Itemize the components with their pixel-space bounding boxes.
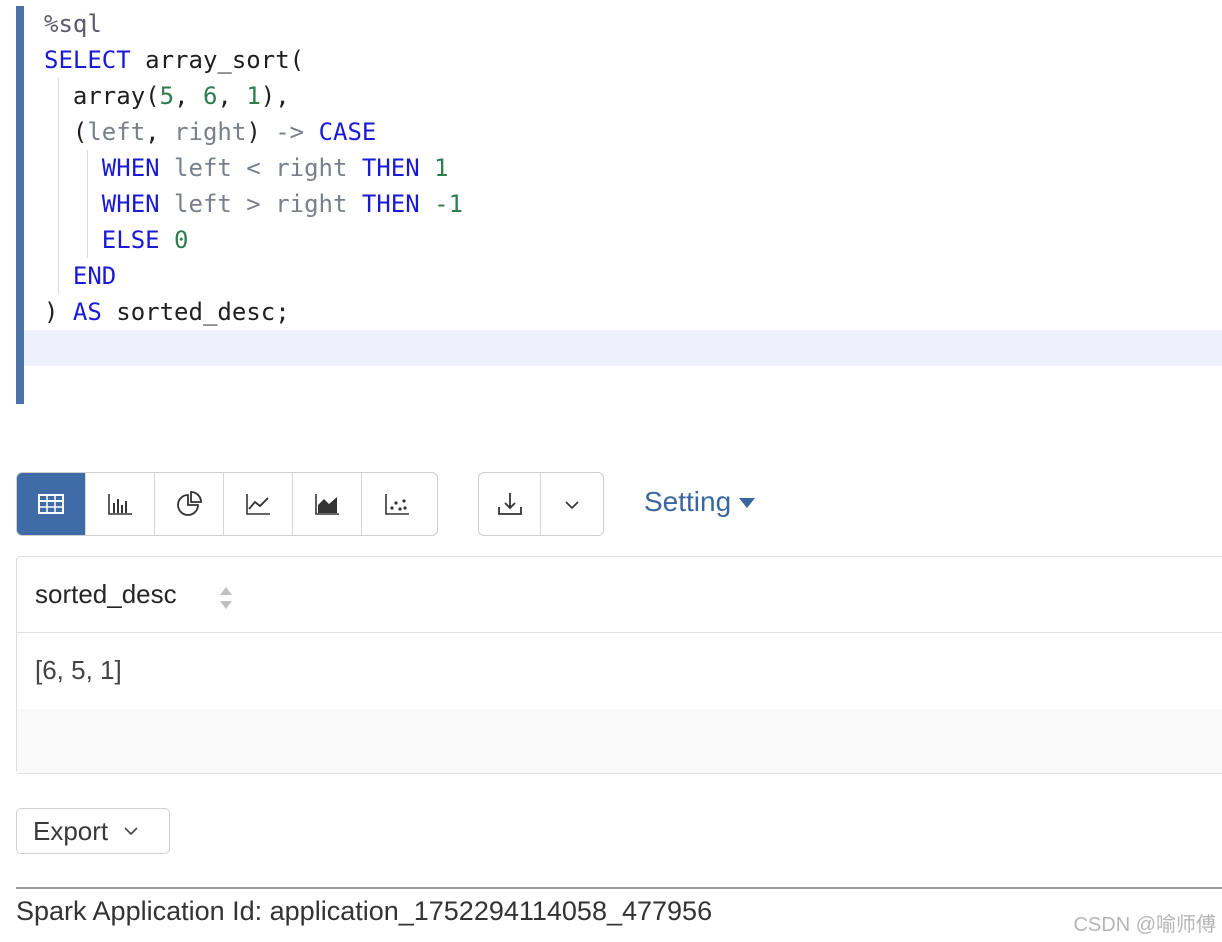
indent-guide <box>87 186 88 222</box>
keyword: ELSE <box>101 226 160 254</box>
chevron-down-icon <box>124 827 138 836</box>
number-literal: 6 <box>202 82 218 110</box>
keyword: SELECT <box>44 46 131 74</box>
code-line-5: WHEN left < right THEN 1 <box>44 150 1222 186</box>
export-button[interactable]: Export <box>16 808 170 854</box>
code-line-4: (left, right) -> CASE <box>44 114 1222 150</box>
code-line-6: WHEN left > right THEN -1 <box>44 186 1222 222</box>
sort-icon[interactable] <box>219 585 233 611</box>
export-label: Export <box>33 815 109 846</box>
scatter-chart-button[interactable] <box>362 473 431 535</box>
footer-divider <box>16 887 1222 889</box>
line-chart-button[interactable] <box>224 473 293 535</box>
line-chart-icon <box>246 494 270 515</box>
code-text: ( <box>72 118 88 146</box>
code-line-7: ELSE 0 <box>44 222 1222 258</box>
download-button-group <box>478 472 604 536</box>
keyword: END <box>72 262 117 290</box>
column-header-sorted-desc[interactable]: sorted_desc <box>35 579 177 610</box>
chevron-down-icon <box>565 501 579 510</box>
code-text: , <box>145 118 175 146</box>
indent-guide <box>87 150 88 186</box>
variable: left > right <box>159 190 362 218</box>
download-button[interactable] <box>479 473 541 535</box>
magic-keyword: %sql <box>44 10 102 38</box>
number-literal: 1 <box>419 154 449 182</box>
keyword: CASE <box>318 118 377 146</box>
table-header-row: sorted_desc <box>17 557 1222 633</box>
indent-guide <box>58 150 59 186</box>
spark-application-id: Spark Application Id: application_175229… <box>16 896 713 926</box>
code-text: sorted_desc; <box>101 298 290 326</box>
variable: right <box>174 118 247 146</box>
operator: -> <box>260 118 319 146</box>
watermark: CSDN @喻师傅 <box>1073 914 1216 936</box>
download-icon <box>497 493 522 515</box>
number-literal: 0 <box>159 226 189 254</box>
indent-guide <box>58 258 59 294</box>
indent-guide <box>58 186 59 222</box>
number-literal: -1 <box>419 190 464 218</box>
code-line-2: SELECT array_sort( <box>44 42 1222 78</box>
keyword: WHEN <box>101 190 160 218</box>
table-icon <box>38 494 64 514</box>
pie-chart-icon <box>177 491 202 516</box>
number-literal: 5 <box>159 82 175 110</box>
table-view-button[interactable] <box>17 473 86 535</box>
code-line-3: array(5, 6, 1), <box>44 78 1222 114</box>
pie-chart-button[interactable] <box>155 473 224 535</box>
code-text: ), <box>260 82 290 110</box>
code-area[interactable]: %sql SELECT array_sort( array(5, 6, 1), … <box>24 6 1222 366</box>
bar-chart-icon <box>108 494 132 515</box>
caret-down-icon <box>739 498 756 508</box>
keyword: WHEN <box>101 154 160 182</box>
table-row: [6, 5, 1] <box>17 633 1222 709</box>
indent-guide <box>58 222 59 258</box>
keyword: AS <box>72 298 102 326</box>
area-chart-button[interactable] <box>293 473 362 535</box>
indent-guide <box>87 222 88 258</box>
variable: left <box>87 118 146 146</box>
code-line-1: %sql <box>44 6 1222 42</box>
code-text: array( <box>72 82 160 110</box>
number-literal: 1 <box>246 82 261 110</box>
result-table: sorted_desc [6, 5, 1] <box>16 556 1222 774</box>
indent-guide <box>58 114 59 150</box>
area-chart-icon <box>315 494 339 515</box>
code-text: array_sort( <box>130 46 305 74</box>
paragraph-focus-bar <box>16 6 24 404</box>
code-text: , <box>217 82 247 110</box>
variable: left < right <box>159 154 362 182</box>
keyword: THEN <box>361 190 420 218</box>
setting-dropdown[interactable]: Setting <box>644 486 756 518</box>
download-options-button[interactable] <box>541 473 603 535</box>
table-cell: [6, 5, 1] <box>35 655 122 685</box>
code-text: , <box>174 82 203 110</box>
visualization-button-group <box>16 472 438 536</box>
code-line-9: ) AS sorted_desc; <box>44 294 1222 330</box>
code-editor[interactable]: %sql SELECT array_sort( array(5, 6, 1), … <box>16 6 1222 404</box>
setting-label: Setting <box>644 486 732 517</box>
bar-chart-button[interactable] <box>86 473 155 535</box>
code-text: ) <box>44 298 73 326</box>
scatter-chart-icon <box>384 494 409 515</box>
code-line-10-cursor[interactable] <box>24 330 1222 366</box>
indent-guide <box>58 78 59 114</box>
code-text: ) <box>246 118 261 146</box>
table-empty-row <box>17 709 1222 773</box>
code-line-8: END <box>44 258 1222 294</box>
keyword: THEN <box>361 154 420 182</box>
